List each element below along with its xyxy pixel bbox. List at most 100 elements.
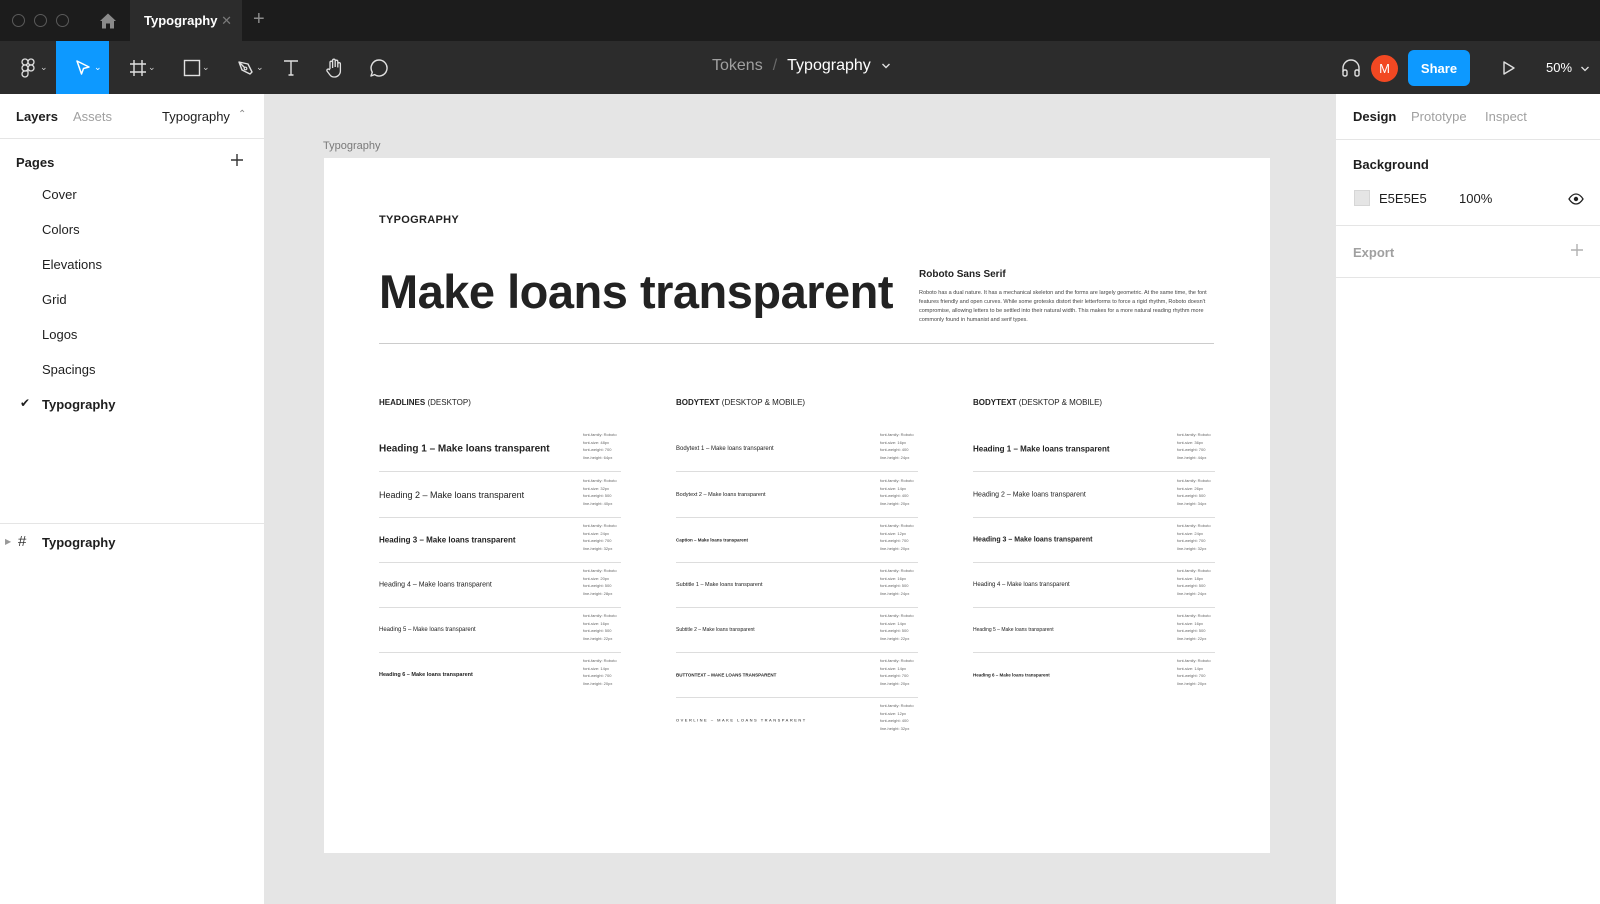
tab-inspect[interactable]: Inspect — [1485, 109, 1527, 124]
shape-tool-button[interactable]: ⌄ — [172, 41, 212, 94]
share-button[interactable]: Share — [1408, 50, 1470, 86]
hand-icon — [326, 58, 342, 78]
left-panel-tabs: Layers Assets Typography ⌃ — [0, 94, 265, 139]
close-tab-icon[interactable]: ✕ — [221, 13, 232, 29]
tab-assets[interactable]: Assets — [73, 109, 112, 124]
tab-layers[interactable]: Layers — [16, 109, 58, 124]
canvas[interactable]: Typography TYPOGRAPHY Make loans transpa… — [265, 94, 1335, 904]
layer-name: Typography — [42, 535, 116, 550]
chevron-down-icon: ⌄ — [148, 62, 156, 72]
frame-eyebrow: TYPOGRAPHY — [379, 214, 460, 226]
file-tab-label: Typography — [144, 13, 218, 28]
figma-logo-icon — [21, 57, 35, 78]
breadcrumb-project[interactable]: Tokens — [712, 57, 763, 75]
type-spec-row: Heading 5 – Make loans transparent font-… — [379, 607, 621, 653]
play-icon — [1503, 60, 1515, 75]
page-item-grid[interactable]: Grid — [42, 292, 67, 307]
zoom-level-dropdown[interactable]: 50% — [1546, 60, 1590, 75]
background-opacity-input[interactable]: 100% — [1459, 191, 1492, 206]
figma-window: Typography ✕ + ⌄ ⌄ ⌄ ⌄ ⌄ Tokens / Typogr… — [0, 0, 1600, 904]
frame-tool-button[interactable]: ⌄ — [118, 41, 158, 94]
expand-arrow-icon[interactable]: ▶ — [5, 537, 11, 546]
export-section-title: Export — [1353, 245, 1395, 260]
avatar[interactable]: M — [1371, 55, 1398, 82]
font-family-title: Roboto Sans Serif — [919, 269, 1006, 280]
layer-row-typography[interactable]: ▶ # Typography — [0, 532, 265, 558]
frame-hash-icon: # — [18, 533, 27, 550]
page-item-cover[interactable]: Cover — [42, 187, 77, 202]
left-sidebar: Layers Assets Typography ⌃ Pages Cover C… — [0, 94, 265, 904]
typography-frame[interactable]: TYPOGRAPHY Make loans transparent Roboto… — [324, 158, 1270, 853]
type-spec-row: Subtitle 1 – Make loans transparent font… — [676, 562, 918, 608]
text-tool-button[interactable] — [276, 41, 306, 94]
plus-icon — [231, 154, 243, 166]
move-tool-button[interactable]: ⌄ — [56, 41, 109, 94]
page-selector[interactable]: Typography — [162, 109, 230, 124]
type-spec-row: Heading 4 – Make loans transparent font-… — [973, 562, 1215, 608]
home-icon[interactable] — [97, 10, 119, 32]
chevron-down-icon: ⌄ — [94, 62, 102, 72]
add-export-button[interactable] — [1570, 240, 1584, 263]
plus-icon — [1571, 244, 1583, 256]
type-spec-row: Bodytext 2 – Make loans transparent font… — [676, 472, 918, 518]
minimize-window-button[interactable] — [34, 14, 47, 27]
zoom-window-button[interactable] — [56, 14, 69, 27]
hand-tool-button[interactable] — [318, 41, 352, 94]
chevron-down-icon — [1580, 66, 1589, 71]
add-page-button[interactable] — [230, 150, 244, 173]
font-family-description: Roboto has a dual nature. It has a mecha… — [919, 290, 1207, 323]
page-item-colors[interactable]: Colors — [42, 222, 80, 237]
pen-icon — [238, 60, 253, 75]
panel-divider — [0, 523, 265, 524]
type-spec-row: Subtitle 2 – Make loans transparent font… — [676, 607, 918, 653]
page-item-typography[interactable]: Typography — [42, 397, 115, 412]
chevron-down-icon: ⌄ — [256, 62, 264, 72]
background-section-title: Background — [1353, 157, 1429, 172]
type-spec-row: BUTTONTEXT – MAKE LOANS TRANSPARENT font… — [676, 652, 918, 698]
page-item-spacings[interactable]: Spacings — [42, 362, 95, 377]
eye-visibility-icon[interactable] — [1568, 192, 1584, 210]
panel-divider — [1336, 225, 1600, 226]
comment-bubble-icon — [370, 58, 388, 77]
chevron-down-icon[interactable] — [881, 61, 891, 71]
chevron-down-icon: ⌄ — [40, 62, 48, 72]
pen-tool-button[interactable]: ⌄ — [226, 41, 266, 94]
present-button[interactable] — [1494, 41, 1524, 94]
type-spec-row: Heading 6 – Make loans transparent font-… — [973, 658, 1211, 686]
close-window-button[interactable] — [12, 14, 25, 27]
type-spec-row: Heading 2 – Make loans transparent font-… — [973, 472, 1215, 518]
type-spec-row: Heading 1 – Make loans transparent font-… — [973, 426, 1215, 472]
audio-headphones-button[interactable] — [1334, 41, 1368, 94]
divider — [379, 343, 1214, 344]
tab-design[interactable]: Design — [1353, 109, 1396, 124]
chevron-up-icon[interactable]: ⌃ — [238, 109, 246, 120]
background-color-swatch[interactable] — [1354, 190, 1370, 206]
column-header: HEADLINES (DESKTOP) — [379, 398, 471, 407]
type-spec-row: Heading 1 – Make loans transparent font-… — [379, 426, 621, 472]
rectangle-icon — [183, 59, 201, 76]
file-tab[interactable]: Typography ✕ — [130, 0, 242, 41]
title-bar: Typography ✕ + — [0, 0, 1600, 41]
checkmark-icon: ✔ — [20, 396, 31, 410]
frame-hash-icon — [130, 59, 146, 76]
new-tab-button[interactable]: + — [253, 9, 265, 29]
type-spec-row: Heading 6 – Make loans transparent font-… — [379, 658, 617, 686]
type-spec-row: Heading 3 – Make loans transparent font-… — [379, 517, 621, 563]
type-spec-row: Heading 3 – Make loans transparent font-… — [973, 517, 1215, 563]
type-spec-row: Heading 4 – Make loans transparent font-… — [379, 562, 621, 608]
type-spec-row: OVERLINE – MAKE LOANS TRANSPARENT font-f… — [676, 703, 914, 731]
zoom-level-label: 50% — [1546, 60, 1573, 75]
breadcrumb-file-name[interactable]: Typography — [787, 57, 871, 75]
main-menu-button[interactable]: ⌄ — [8, 41, 48, 94]
frame-label[interactable]: Typography — [323, 140, 380, 152]
headphones-icon — [1342, 58, 1360, 77]
comment-tool-button[interactable] — [362, 41, 396, 94]
pages-header: Pages — [16, 155, 55, 170]
tab-prototype[interactable]: Prototype — [1411, 109, 1467, 124]
page-item-elevations[interactable]: Elevations — [42, 257, 102, 272]
page-item-logos[interactable]: Logos — [42, 327, 77, 342]
cursor-arrow-icon — [75, 59, 90, 75]
right-sidebar: Design Prototype Inspect Background E5E5… — [1335, 94, 1600, 904]
background-hex-input[interactable]: E5E5E5 — [1379, 191, 1427, 206]
type-spec-row: Heading 2 – Make loans transparent font-… — [379, 472, 621, 518]
